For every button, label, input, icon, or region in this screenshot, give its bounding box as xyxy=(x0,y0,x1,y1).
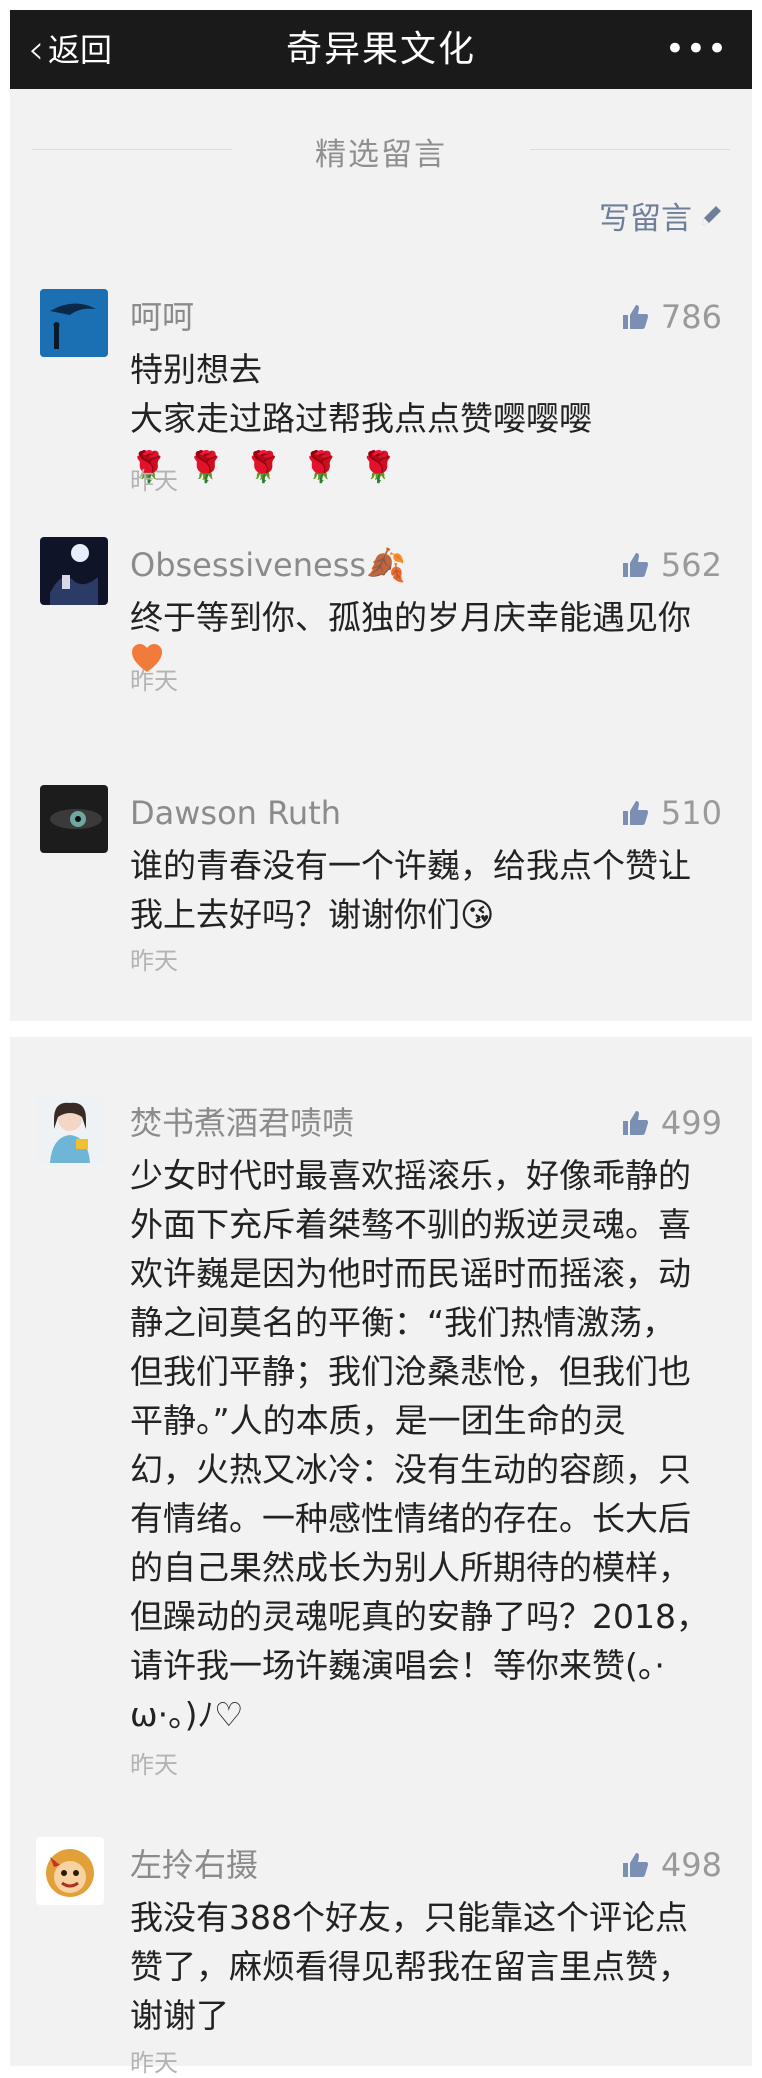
comment-line: 请许我一场许巍演唱会！等你来赞(。· xyxy=(130,1646,665,1685)
comments-card: 焚书煮酒君啧啧 499 少女时代时最喜欢摇滚乐，好像乖静的 外面下充斥着桀骜不驯… xyxy=(10,1037,752,2077)
comment-body: 少女时代时最喜欢摇滚乐，好像乖静的 外面下充斥着桀骜不驯的叛逆灵魂。喜 欢许巍是… xyxy=(130,1151,730,1739)
like-count: 499 xyxy=(660,1104,722,1142)
comment-body: 终于等到你、孤独的岁月庆幸能遇见你 xyxy=(130,593,730,676)
like-button[interactable]: 510 xyxy=(621,791,722,835)
comment-author: 左拎右摄 xyxy=(130,1846,259,1884)
featured-comments-card: 精选留言 写留言 呵呵 786 特别想去 大家走过路过帮我点点赞嘤嘤嘤 🌹 🌹 … xyxy=(10,89,752,1021)
divider-left xyxy=(32,149,232,150)
like-button[interactable]: 786 xyxy=(621,295,722,339)
section-title: 精选留言 xyxy=(301,129,461,174)
like-button[interactable]: 498 xyxy=(621,1843,722,1887)
comment-line: 少女时代时最喜欢摇滚乐，好像乖静的 xyxy=(130,1156,691,1195)
comment-body: 特别想去 大家走过路过帮我点点赞嘤嘤嘤 🌹 🌹 🌹 🌹 🌹 xyxy=(130,345,730,492)
comment-body: 谁的青春没有一个许巍，给我点个赞让 我上去好吗？谢谢你们😘 xyxy=(130,841,730,939)
rose-icon: 🌹 xyxy=(187,450,225,485)
comment-line: 但躁动的灵魂呢真的安静了吗？2018， xyxy=(130,1597,709,1636)
comment-line: 谁的青春没有一个许巍，给我点个赞让 xyxy=(130,846,691,885)
comment-line: 有情绪。一种感性情绪的存在。长大后 xyxy=(130,1499,691,1538)
comment-author: 焚书煮酒君啧啧 xyxy=(130,1104,355,1142)
like-button[interactable]: 499 xyxy=(621,1101,722,1145)
comment-line: 静之间莫名的平衡：“我们热情激荡， xyxy=(130,1303,676,1342)
section-header: 精选留言 xyxy=(10,129,752,174)
avatar[interactable] xyxy=(40,537,108,605)
comment-line: 的自己果然成长为别人所期待的模样， xyxy=(130,1548,691,1587)
comment-time: 昨天 xyxy=(130,2049,178,2077)
more-icon[interactable]: ••• xyxy=(665,32,728,66)
page-title: 奇异果文化 xyxy=(285,29,476,70)
comment-line: 平静。”人的本质，是一团生命的灵 xyxy=(130,1401,626,1440)
nav-bar: ‹ 返回 奇异果文化 ••• xyxy=(10,10,752,89)
avatar[interactable] xyxy=(36,1837,104,1905)
divider-right xyxy=(530,149,730,150)
like-button[interactable]: 562 xyxy=(621,543,722,587)
write-comment-button[interactable]: 写留言 xyxy=(599,193,724,238)
rose-emojis: 🌹 🌹 🌹 🌹 🌹 xyxy=(130,443,730,492)
comment-line: 欢许巍是因为他时而民谣时而摇滚，动 xyxy=(130,1254,691,1293)
comment-time: 昨天 xyxy=(130,667,178,695)
rose-icon: 🌹 xyxy=(359,450,397,485)
comment-time: 昨天 xyxy=(130,1751,178,1779)
comment-author: 呵呵 xyxy=(130,298,195,336)
comment-line: 终于等到你、孤独的岁月庆幸能遇见你 xyxy=(130,598,691,637)
comment-line: 赞了，麻烦看得见帮我在留言里点赞， xyxy=(130,1947,691,1986)
thumbs-up-icon xyxy=(622,801,649,825)
comment-author: Obsessiveness🍂 xyxy=(130,546,406,584)
comment-line: 外面下充斥着桀骜不驯的叛逆灵魂。喜 xyxy=(130,1205,691,1244)
like-count: 498 xyxy=(660,1846,722,1884)
rose-icon: 🌹 xyxy=(302,450,340,485)
comment-body: 我没有388个好友，只能靠这个评论点 赞了，麻烦看得见帮我在留言里点赞， 谢谢了 xyxy=(130,1893,730,2040)
comment-author: Dawson Ruth xyxy=(130,794,342,832)
pencil-icon xyxy=(702,205,721,225)
like-count: 786 xyxy=(660,298,722,336)
thumbs-up-icon xyxy=(622,553,649,577)
write-comment-label: 写留言 xyxy=(599,201,692,237)
card-separator xyxy=(0,1021,762,1037)
heart-emoji-row xyxy=(130,642,730,676)
comment-line: 大家走过路过帮我点点赞嘤嘤嘤 xyxy=(130,399,592,438)
comment-time: 昨天 xyxy=(130,467,178,495)
thumbs-up-icon xyxy=(622,305,649,329)
avatar[interactable] xyxy=(40,785,108,853)
like-count: 510 xyxy=(660,794,722,832)
thumbs-up-icon xyxy=(622,1853,649,1877)
avatar[interactable] xyxy=(36,1095,104,1163)
comment-line: 谢谢了 xyxy=(130,1996,229,2035)
comment-line: 我没有388个好友，只能靠这个评论点 xyxy=(130,1898,688,1937)
rose-icon: 🌹 xyxy=(244,450,283,485)
comment-line: ω·。)ﾉ♡ xyxy=(130,1695,244,1734)
comment-line: 幻，火热又冰冷：没有生动的容颜，只 xyxy=(130,1450,691,1489)
comment-time: 昨天 xyxy=(130,947,178,975)
like-count: 562 xyxy=(660,546,722,584)
avatar[interactable] xyxy=(40,289,108,357)
comment-line: 特别想去 xyxy=(130,350,262,389)
comment-line: 我上去好吗？谢谢你们😘 xyxy=(130,895,495,934)
comment-line: 但我们平静；我们沧桑悲怆，但我们也 xyxy=(130,1352,691,1391)
thumbs-up-icon xyxy=(622,1111,649,1135)
